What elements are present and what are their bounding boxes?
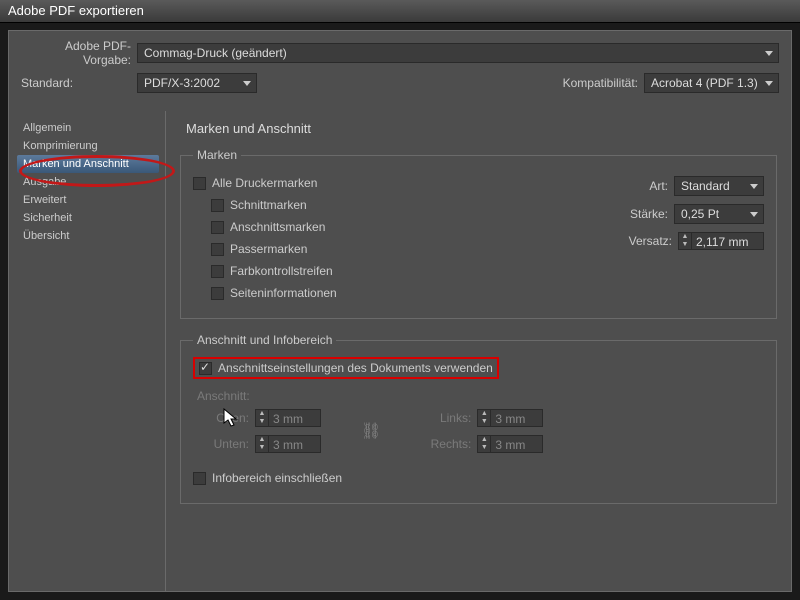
page-info-checkbox[interactable] [211, 287, 224, 300]
include-slug-checkbox[interactable] [193, 472, 206, 485]
category-sidebar: Allgemein Komprimierung Marken und Ansch… [9, 111, 166, 591]
standard-row: Standard: PDF/X-3:2002 Kompatibilität: A… [9, 73, 791, 103]
sidebar-item-output[interactable]: Ausgabe [17, 173, 159, 191]
marks-fieldset: Marken Alle Druckermarken Schnittmarken [180, 148, 777, 319]
sidebar-item-summary[interactable]: Übersicht [17, 227, 159, 245]
sidebar-item-general[interactable]: Allgemein [17, 119, 159, 137]
sidebar-item-compression[interactable]: Komprimierung [17, 137, 159, 155]
include-slug-label: Infobereich einschließen [212, 471, 342, 485]
crop-marks-label: Schnittmarken [230, 198, 307, 212]
compatibility-select[interactable]: Acrobat 4 (PDF 1.3) [644, 73, 779, 93]
page-info-label: Seiteninformationen [230, 286, 337, 300]
all-marks-checkbox[interactable] [193, 177, 206, 190]
bleed-bottom-spinner: ▲▼ 3 mm [255, 435, 321, 453]
sidebar-item-marks-bleed[interactable]: Marken und Anschnitt [17, 155, 159, 173]
bleed-top-spinner: ▲▼ 3 mm [255, 409, 321, 427]
standard-select[interactable]: PDF/X-3:2002 [137, 73, 257, 93]
bleed-right-label: Rechts: [421, 437, 471, 451]
sidebar-item-security[interactable]: Sicherheit [17, 209, 159, 227]
registration-marks-label: Passermarken [230, 242, 307, 256]
marks-legend: Marken [193, 148, 241, 162]
bleed-marks-checkbox[interactable] [211, 221, 224, 234]
bleed-marks-label: Anschnittsmarken [230, 220, 325, 234]
mark-weight-label: Stärke: [630, 207, 668, 221]
compatibility-label: Kompatibilität: [563, 76, 638, 90]
link-icon: ⛓ [361, 421, 381, 441]
dialog-body: Adobe PDF-Vorgabe: Commag-Druck (geänder… [8, 30, 792, 592]
mark-type-select[interactable]: Standard [674, 176, 764, 196]
bleed-top-label: Oben: [199, 411, 249, 425]
mark-offset-spinner[interactable]: ▲▼ 2,117 mm [678, 232, 764, 250]
bleed-legend: Anschnitt und Infobereich [193, 333, 336, 347]
mark-offset-label: Versatz: [629, 234, 672, 248]
preset-row: Adobe PDF-Vorgabe: Commag-Druck (geänder… [9, 31, 791, 73]
mark-type-label: Art: [649, 179, 668, 193]
crop-marks-checkbox[interactable] [211, 199, 224, 212]
standard-label: Standard: [21, 76, 131, 90]
pdf-preset-select[interactable]: Commag-Druck (geändert) [137, 43, 779, 63]
mark-weight-select[interactable]: 0,25 Pt [674, 204, 764, 224]
bleed-subtitle: Anschnitt: [193, 379, 764, 409]
export-pdf-dialog: Adobe PDF exportieren Adobe PDF-Vorgabe:… [0, 0, 800, 600]
main-panel: Marken und Anschnitt Marken Alle Drucker… [166, 111, 791, 591]
panel-title: Marken und Anschnitt [180, 121, 777, 136]
bleed-left-spinner: ▲▼ 3 mm [477, 409, 543, 427]
window-title: Adobe PDF exportieren [0, 0, 800, 23]
bleed-fieldset: Anschnitt und Infobereich Anschnittseins… [180, 333, 777, 504]
bleed-left-label: Links: [421, 411, 471, 425]
pdf-preset-label: Adobe PDF-Vorgabe: [21, 39, 131, 67]
color-bars-checkbox[interactable] [211, 265, 224, 278]
color-bars-label: Farbkontrollstreifen [230, 264, 333, 278]
registration-marks-checkbox[interactable] [211, 243, 224, 256]
bleed-right-spinner: ▲▼ 3 mm [477, 435, 543, 453]
all-marks-label: Alle Druckermarken [212, 176, 317, 190]
bleed-bottom-label: Unten: [199, 437, 249, 451]
use-document-bleed-label: Anschnittseinstellungen des Dokuments ve… [218, 361, 493, 375]
annotation-highlight-box: Anschnittseinstellungen des Dokuments ve… [193, 357, 499, 379]
use-document-bleed-checkbox[interactable] [199, 362, 212, 375]
sidebar-item-advanced[interactable]: Erweitert [17, 191, 159, 209]
